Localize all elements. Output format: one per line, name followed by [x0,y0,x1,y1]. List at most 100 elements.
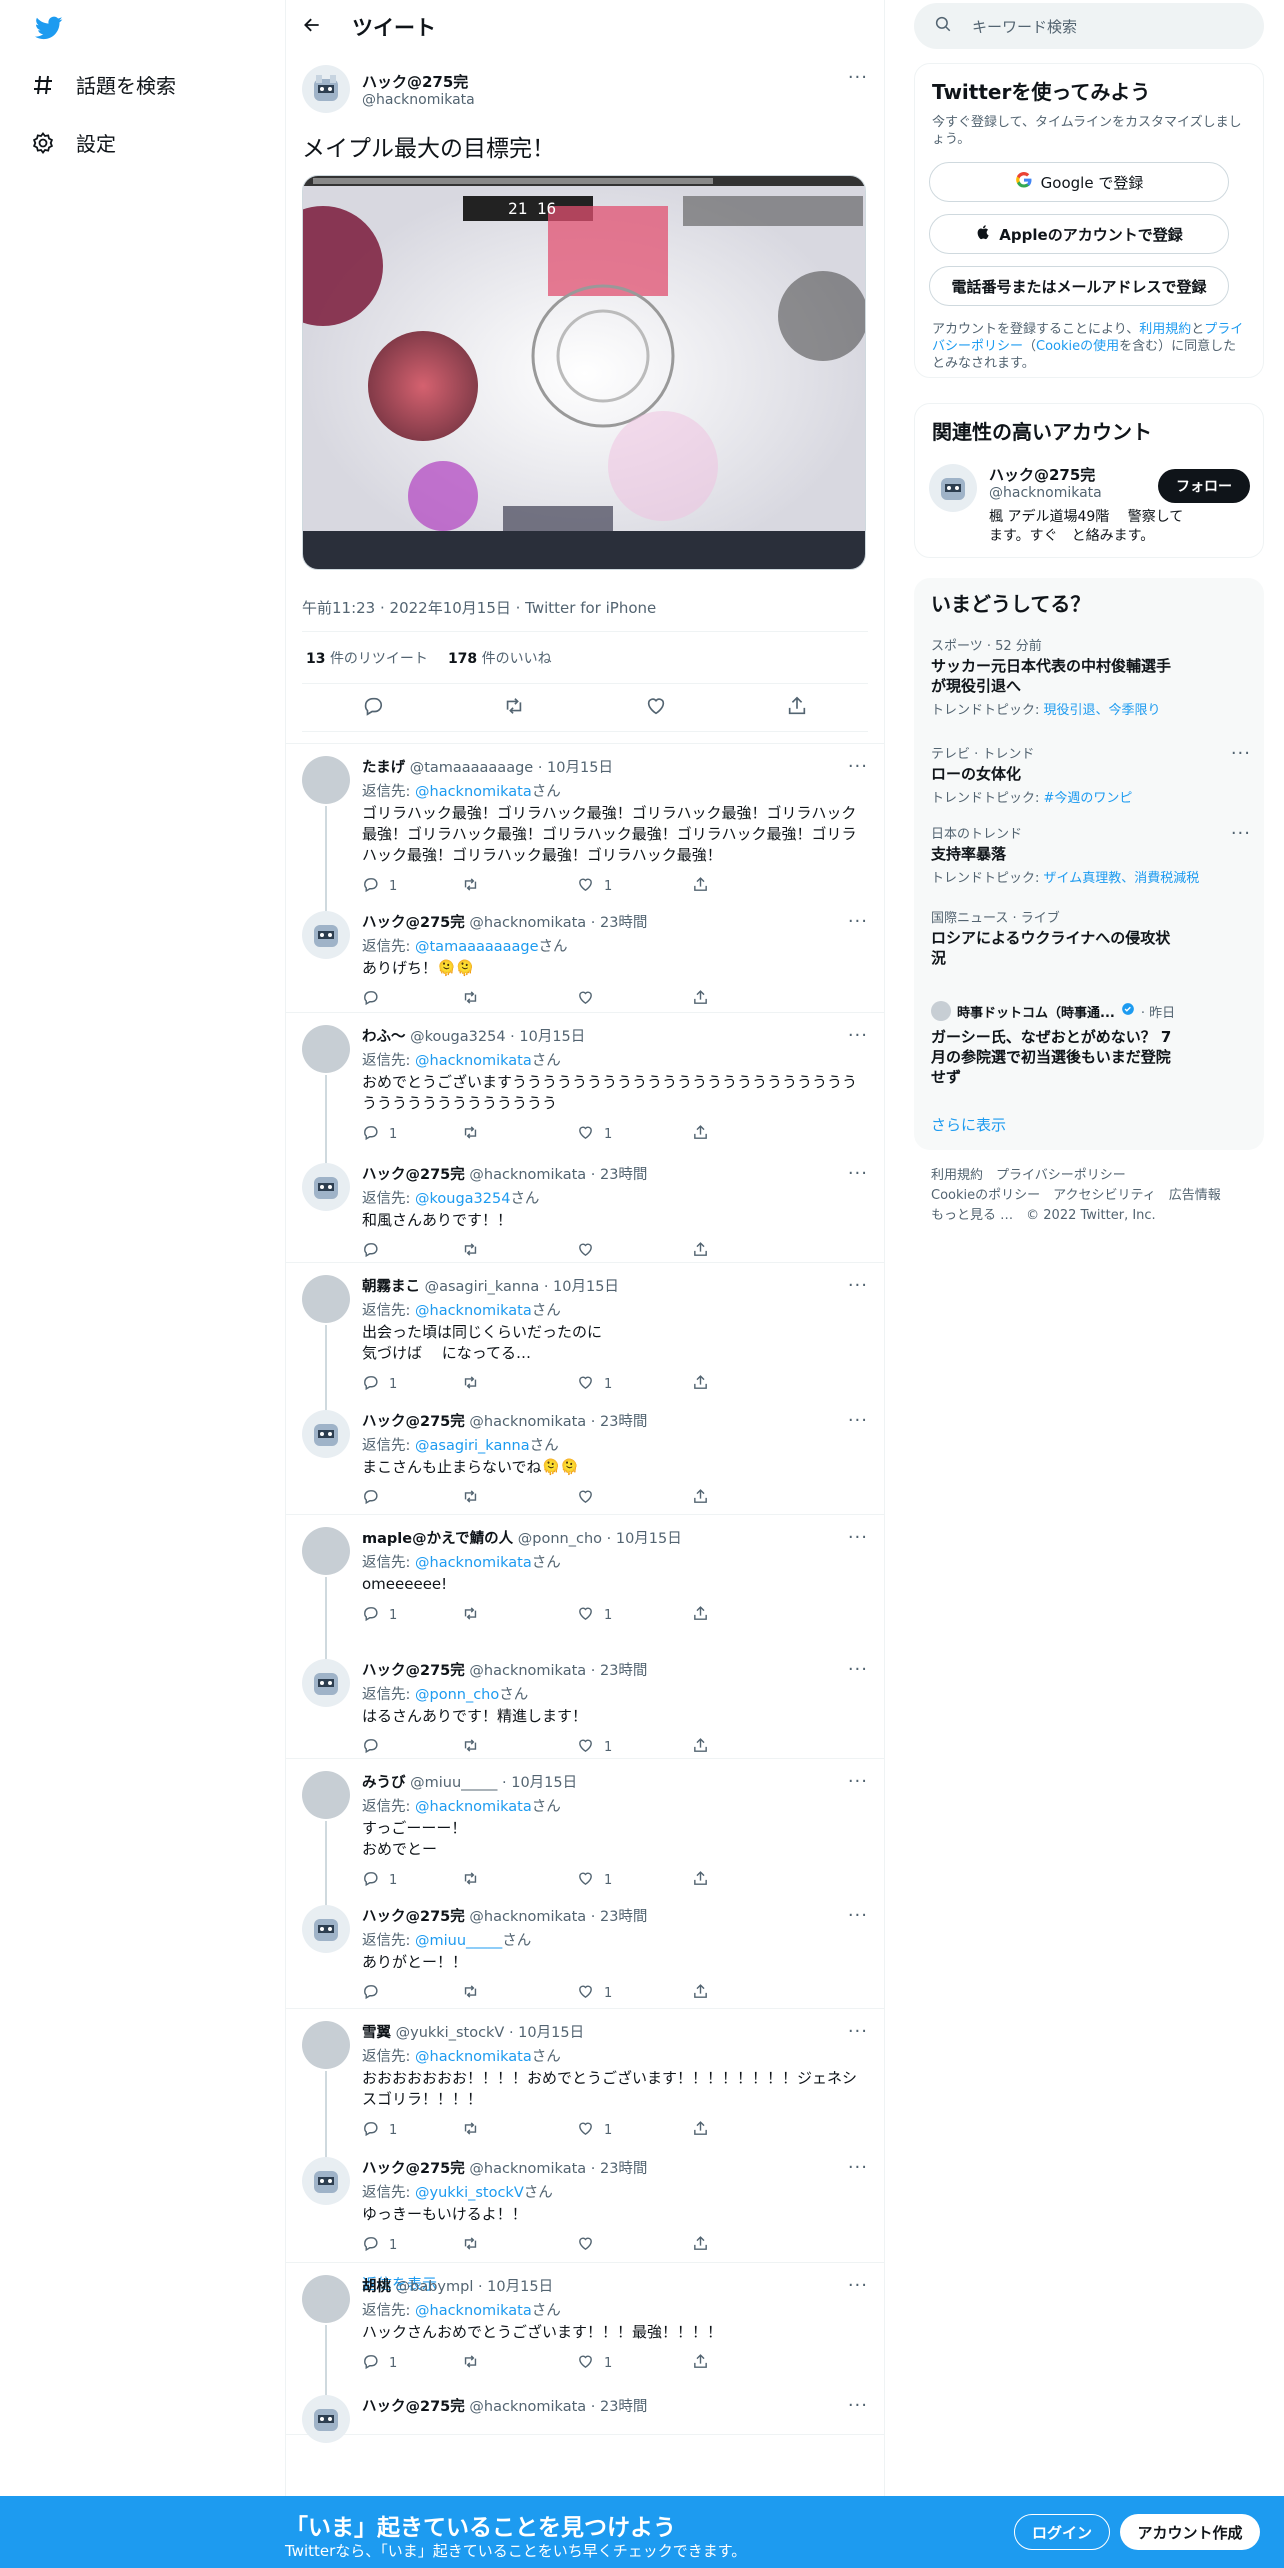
reply-button[interactable]: 1 [362,2353,462,2374]
footer-terms[interactable]: 利用規約 [931,1168,983,1183]
reply-author-name[interactable]: みうび [362,1775,406,1791]
footer-cookie[interactable]: Cookieのポリシー [931,1188,1040,1203]
reply-button[interactable]: 1 [362,2120,462,2141]
reply-tweet[interactable]: ··· ハック@275完 @hacknomikata · 23時間 返信先: @as… [286,1410,884,1515]
more-options-icon[interactable]: ··· [848,1905,868,1926]
like-icon[interactable] [645,695,667,721]
retweets-count[interactable]: 13 件のリツイート [306,648,428,668]
reply-author-name[interactable]: 胡桃 [362,2279,391,2295]
more-options-icon[interactable]: ··· [848,2395,868,2416]
like-button[interactable]: 1 [577,1737,692,1758]
reply-button[interactable]: 1 [362,876,462,897]
reply-author-handle[interactable]: @hacknomikata [469,1414,586,1430]
reply-time[interactable]: · 10月15日 [502,1775,577,1791]
avatar[interactable] [302,1275,350,1323]
reply-author-handle[interactable]: @hacknomikata [469,1909,586,1925]
apple-signup-button[interactable]: Appleのアカウントで登録 [929,214,1229,254]
reply-button[interactable]: 1 [362,1605,462,1626]
reply-tweet[interactable]: ··· ハック@275完 @hacknomikata · 23時間 返信先: @ko… [286,1163,884,1263]
follow-button[interactable]: フォロー [1158,469,1250,503]
more-options-icon[interactable]: ··· [848,756,868,777]
reply-author-name[interactable]: ハック@275完 [362,915,465,931]
more-options-icon[interactable]: ··· [848,1771,868,1792]
share-button[interactable] [692,2235,792,2256]
avatar[interactable] [302,2157,350,2205]
like-button[interactable] [577,1488,692,1509]
footer-accessibility[interactable]: アクセシビリティ [1053,1188,1156,1203]
reply-time[interactable]: · 10月15日 [607,1531,682,1547]
reply-to-handle[interactable]: @hacknomikata [415,2049,532,2065]
google-signup-button[interactable]: Google で登録 [929,162,1229,202]
avatar[interactable] [302,756,350,804]
reply-tweet[interactable]: ··· 朝霧まこ @asagiri_kanna · 10月15日 返信先: @hac… [286,1263,884,1412]
reply-button[interactable] [362,1983,462,2004]
reply-author-name[interactable]: ハック@275完 [362,2399,465,2415]
author-name[interactable]: ハック@275完 [362,71,475,92]
reply-time[interactable]: · 10月15日 [544,1279,619,1295]
reply-author-handle[interactable]: @hacknomikata [469,1167,586,1183]
share-button[interactable] [692,1605,792,1626]
share-button[interactable] [692,876,792,897]
like-button[interactable]: 1 [577,1870,692,1891]
share-button[interactable] [692,989,792,1010]
trend-item[interactable]: 国際ニュース · ライブ ロシアによるウクライナへの侵攻状況 [931,907,1251,968]
search-box[interactable]: キーワード検索 [914,3,1264,49]
reply-button[interactable] [362,1737,462,1758]
reply-button[interactable]: 1 [362,1124,462,1145]
more-options-icon[interactable]: ··· [848,1527,868,1548]
share-button[interactable] [692,1488,792,1509]
more-options-icon[interactable]: ··· [848,2157,868,2178]
reply-author-name[interactable]: ハック@275完 [362,1663,465,1679]
like-button[interactable] [577,1241,692,1262]
retweet-button[interactable] [462,1374,577,1395]
reply-author-handle[interactable]: @hacknomikata [469,2161,586,2177]
trend-item[interactable]: スポーツ · 52 分前 サッカー元日本代表の中村俊輔選手が現役引退へ トレンドトピ… [931,635,1251,718]
like-button[interactable] [577,2235,692,2256]
reply-tweet[interactable]: ··· ハック@275完 @hacknomikata · 23時間 返信先: @ta… [286,911,884,1013]
reply-author-name[interactable]: ハック@275完 [362,1414,465,1430]
author-handle[interactable]: @hacknomikata [362,92,475,108]
retweet-icon[interactable] [503,695,525,721]
reply-author-handle[interactable]: @yukki_stockV [396,2025,505,2041]
back-arrow-icon[interactable] [302,15,322,39]
terms-link[interactable]: 利用規約 [1139,322,1191,337]
share-button[interactable] [692,2353,792,2374]
reply-time[interactable]: · 23時間 [591,1663,648,1679]
retweet-button[interactable] [462,1241,577,1262]
reply-author-name[interactable]: ハック@275完 [362,1909,465,1925]
retweet-button[interactable] [462,1870,577,1891]
reply-tweet[interactable]: ··· 胡桃 @babympl · 10月15日 返信先: @hacknomikat… [286,2263,884,2397]
reply-to-handle[interactable]: @hacknomikata [415,2303,532,2319]
avatar[interactable] [302,2395,350,2443]
avatar[interactable] [929,464,977,512]
reply-time[interactable]: · 23時間 [591,1167,648,1183]
reply-author-handle[interactable]: @kouga3254 [410,1029,505,1045]
reply-time[interactable]: · 10月15日 [510,1029,585,1045]
share-button[interactable] [692,1983,792,2004]
reply-to-handle[interactable]: @miuu_____ [415,1933,502,1949]
retweet-button[interactable] [462,1605,577,1626]
reply-to-handle[interactable]: @ponn_cho [415,1687,499,1703]
trend-item[interactable]: テレビ · トレンド ローの女体化 トレンドトピック: #今週のワンピ ··· [931,743,1251,806]
more-options-icon[interactable]: ··· [848,67,868,88]
like-button[interactable]: 1 [577,1983,692,2004]
avatar[interactable] [302,1905,350,1953]
like-button[interactable]: 1 [577,876,692,897]
reply-time[interactable]: · 23時間 [591,2161,648,2177]
like-button[interactable]: 1 [577,2353,692,2374]
reply-to-handle[interactable]: @kouga3254 [415,1191,510,1207]
nav-settings[interactable]: 設定 [30,128,116,157]
retweet-button[interactable] [462,2120,577,2141]
reply-author-handle[interactable]: @ponn_cho [518,1531,602,1547]
trend-topic-link[interactable]: #今週のワンピ [1044,791,1133,806]
reply-tweet[interactable]: ··· maple@かえで鯖の人 @ponn_cho · 10月15日 返信先: @… [286,1515,884,1661]
reply-author-name[interactable]: わふ〜 [362,1029,406,1045]
reply-author-handle[interactable]: @hacknomikata [469,915,586,931]
reply-tweet[interactable]: ··· わふ〜 @kouga3254 · 10月15日 返信先: @hacknomi… [286,1013,884,1165]
likes-count[interactable]: 178 件のいいね [448,648,552,668]
reply-author-handle[interactable]: @tamaaaaaaage [410,760,534,776]
reply-tweet[interactable]: ··· たまげ @tamaaaaaaage · 10月15日 返信先: @hackn… [286,744,884,913]
avatar[interactable] [302,911,350,959]
reply-author-handle[interactable]: @hacknomikata [469,2399,586,2415]
more-options-icon[interactable]: ··· [1231,743,1251,764]
